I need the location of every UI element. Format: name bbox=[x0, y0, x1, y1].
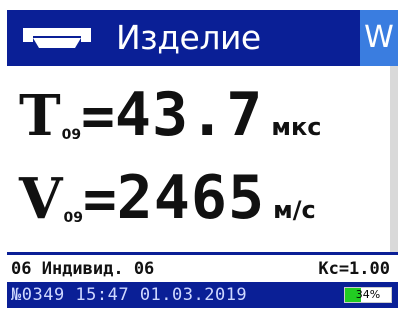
coefficient-info: Кс=1.00 bbox=[318, 259, 390, 279]
metric-velocity-subscript: 09 bbox=[63, 210, 83, 226]
metric-time-equals: = bbox=[81, 84, 115, 149]
metric-velocity-equals: = bbox=[82, 167, 117, 232]
title-bar: Изделие W bbox=[7, 10, 398, 66]
material-info: 06 Индивид. 06 bbox=[11, 259, 155, 279]
metric-velocity-symbol: V bbox=[19, 166, 63, 232]
mode-button[interactable]: W bbox=[360, 10, 398, 66]
battery-label: 34% bbox=[355, 288, 381, 301]
metric-time-symbol: T bbox=[19, 83, 61, 149]
battery-indicator: 34% bbox=[344, 287, 392, 303]
measurement-display: T09=43.7 мкс V09=2465 м/с bbox=[7, 66, 390, 252]
device-screen: Изделие W T09=43.7 мкс V09=2465 м/с 06 Инд… bbox=[0, 0, 405, 311]
probe-icon bbox=[21, 24, 93, 52]
page-title: Изделие bbox=[116, 18, 261, 57]
status-text: №0349 15:47 01.03.2019 bbox=[11, 285, 248, 305]
scrollbar[interactable] bbox=[390, 66, 398, 252]
metric-time-subscript: 09 bbox=[61, 127, 82, 143]
status-bar: №0349 15:47 01.03.2019 34% bbox=[7, 282, 398, 308]
metric-velocity-value: 2465 bbox=[116, 163, 266, 233]
metric-velocity: V09=2465 м/с bbox=[19, 163, 316, 233]
info-line: 06 Индивид. 06 Кс=1.00 bbox=[7, 252, 398, 282]
metric-time-value: 43.7 bbox=[114, 80, 264, 150]
metric-velocity-unit: м/с bbox=[273, 196, 316, 224]
metric-time-unit: мкс bbox=[271, 113, 322, 141]
metric-time: T09=43.7 мкс bbox=[19, 80, 322, 150]
